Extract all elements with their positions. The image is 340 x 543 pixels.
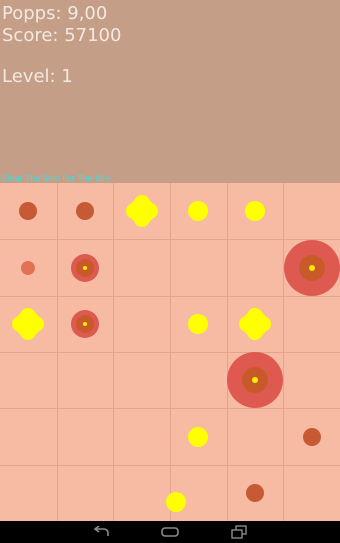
pus-spot[interactable] xyxy=(245,201,265,222)
home-icon xyxy=(161,527,179,537)
pus-spot[interactable] xyxy=(166,491,187,512)
popps-counter: Popps: 9,00 xyxy=(2,3,108,24)
pus-spot[interactable] xyxy=(188,426,209,447)
pimple-head xyxy=(83,321,87,326)
pimple-small[interactable] xyxy=(246,483,264,502)
recent-apps-icon xyxy=(231,525,247,539)
grid-line-horizontal xyxy=(0,239,340,240)
pus-blob-lobe xyxy=(247,307,263,324)
pimple-small[interactable] xyxy=(19,202,38,221)
hud-panel: Popps: 9,00 Score: 57100 Level: 1 Clear … xyxy=(0,0,340,183)
pus-blob-lobe xyxy=(20,323,37,340)
grid-line-horizontal xyxy=(0,465,340,466)
android-nav-bar xyxy=(0,521,340,543)
pus-spot[interactable] xyxy=(188,313,209,334)
pus-blob-lobe xyxy=(133,195,150,212)
grid-line-horizontal xyxy=(0,408,340,409)
level-indicator: Level: 1 xyxy=(2,66,73,87)
pimple-head xyxy=(83,265,87,270)
grid-line-horizontal xyxy=(0,352,340,353)
home-button[interactable] xyxy=(159,524,181,540)
pus-blob-lobe xyxy=(247,323,263,340)
back-icon xyxy=(93,526,109,536)
pimple-small[interactable] xyxy=(21,260,36,275)
score-counter: Score: 57100 xyxy=(2,25,122,46)
game-board[interactable] xyxy=(0,183,340,521)
back-button[interactable] xyxy=(90,524,112,540)
pus-blob-lobe xyxy=(133,211,150,228)
recent-apps-button[interactable] xyxy=(228,524,250,540)
pus-spot[interactable] xyxy=(188,201,209,222)
pimple-small[interactable] xyxy=(76,202,94,221)
pimple-head xyxy=(308,264,315,271)
pimple-small[interactable] xyxy=(302,427,321,446)
grid-line-horizontal xyxy=(0,296,340,297)
